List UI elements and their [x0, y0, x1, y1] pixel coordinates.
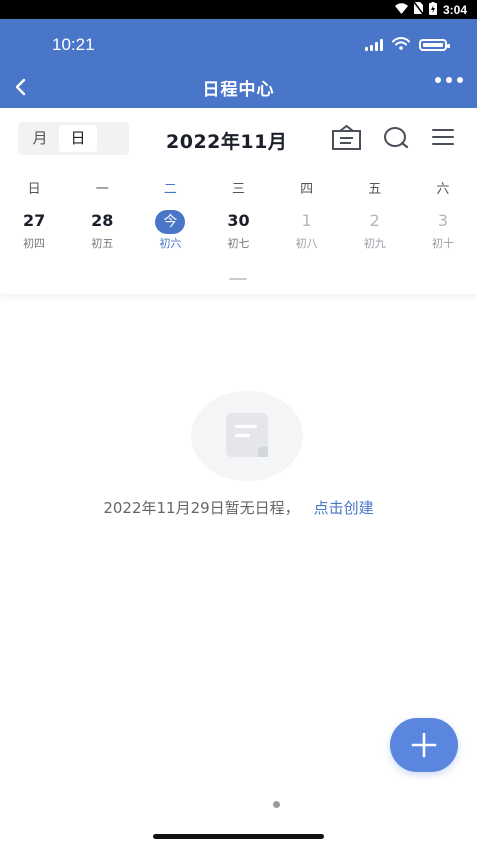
- date-cell[interactable]: 30 初七: [204, 210, 272, 251]
- no-sim-icon: [413, 1, 424, 17]
- date-cell-today[interactable]: 今 初六: [136, 210, 204, 251]
- lunar-date: 初十: [431, 237, 454, 250]
- week-dates: 27 初四 28 初五 今 初六 30 初七 1 初八 2 初九 3 初十: [0, 210, 477, 251]
- date-number: 1: [301, 211, 312, 230]
- date-cell[interactable]: 2 初九: [341, 210, 409, 251]
- lunar-date: 初六: [159, 237, 182, 250]
- home-indicator[interactable]: [153, 834, 324, 839]
- lunar-date: 初四: [23, 237, 46, 250]
- status-icons: [365, 35, 450, 54]
- system-status-bar: 3:04: [0, 0, 477, 19]
- date-number: 27: [22, 211, 46, 230]
- page-title: 日程中心: [202, 80, 275, 100]
- today-badge: 今: [155, 210, 186, 234]
- menu-icon: [432, 129, 454, 145]
- weekday-label: 六: [436, 182, 450, 197]
- weekday-header: 日 一 二 三 四 五 六: [0, 178, 477, 197]
- search-icon: [384, 127, 409, 149]
- battery-charging-icon: [428, 1, 437, 18]
- date-number: 30: [227, 211, 250, 230]
- date-number: 3: [437, 211, 448, 230]
- more-dot-icon: [446, 77, 452, 83]
- search-button[interactable]: [383, 126, 409, 154]
- weekday-label: 三: [231, 182, 245, 197]
- more-options-button[interactable]: [435, 77, 463, 83]
- month-view-tab[interactable]: 月: [21, 125, 59, 152]
- system-clock: 3:04: [442, 2, 467, 17]
- empty-state-illustration: [191, 391, 303, 481]
- lunar-date: 初九: [363, 237, 386, 250]
- page-indicator-dot: [273, 801, 280, 808]
- plus-icon: [411, 732, 437, 758]
- cellular-signal-icon: [365, 38, 383, 51]
- more-dot-icon: [457, 77, 463, 83]
- today-calendar-button[interactable]: [331, 124, 362, 155]
- empty-state-message: 2022年11月29日暂无日程，: [103, 499, 300, 517]
- weekday-label: 二: [163, 182, 177, 197]
- day-view-tab[interactable]: 日: [59, 125, 97, 152]
- weekday-label: 一: [95, 182, 109, 197]
- document-icon: [226, 413, 268, 457]
- menu-button[interactable]: [432, 128, 454, 150]
- calendar-panel: 月 日 2022年11月 日 一 二 三 四 五 六 27 初四 28 初五 今…: [0, 108, 477, 294]
- date-cell[interactable]: 3 初十: [409, 210, 477, 251]
- lunar-date: 初七: [227, 237, 250, 250]
- status-clock: 10:21: [52, 35, 95, 54]
- weekday-label: 四: [300, 182, 314, 197]
- date-cell[interactable]: 1 初八: [273, 210, 341, 251]
- battery-icon: [419, 38, 450, 51]
- app-header: 10:21 日程中心: [0, 19, 477, 108]
- lunar-date: 初五: [91, 237, 114, 250]
- weekday-label: 五: [368, 182, 382, 197]
- calendar-today-icon: [332, 124, 361, 150]
- expand-handle[interactable]: [229, 278, 247, 280]
- add-schedule-button[interactable]: [390, 718, 458, 772]
- wifi-icon: [392, 35, 410, 54]
- view-toggle: 月 日: [18, 122, 129, 155]
- date-number: 28: [91, 211, 114, 230]
- date-cell[interactable]: 28 初五: [68, 210, 136, 251]
- month-title[interactable]: 2022年11月: [166, 127, 287, 154]
- wifi-icon: [394, 2, 408, 17]
- lunar-date: 初八: [295, 237, 318, 250]
- weekday-label: 日: [27, 182, 41, 197]
- more-dot-icon: [435, 77, 441, 83]
- date-cell[interactable]: 27 初四: [0, 210, 68, 251]
- create-schedule-link[interactable]: 点击创建: [314, 499, 374, 517]
- empty-state-text: 2022年11月29日暂无日程， 点击创建: [0, 497, 477, 518]
- date-number: 2: [369, 211, 380, 230]
